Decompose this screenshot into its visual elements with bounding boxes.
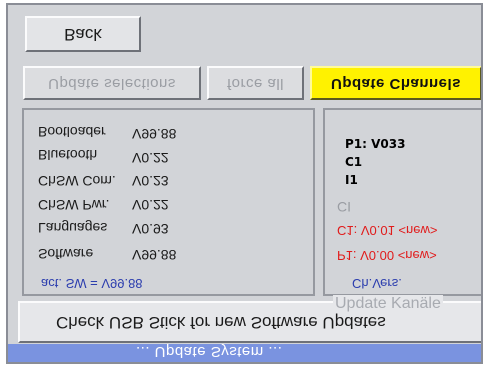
- force-all-button[interactable]: force all: [207, 66, 304, 100]
- software-versions-panel: Bootloader V99.88 Bluetooth V0.22 ChSW C…: [22, 108, 315, 296]
- status-bar: ... Update System ...: [8, 344, 481, 362]
- c1-text: C1: [345, 155, 363, 169]
- software-label: Software: [38, 246, 94, 262]
- software-version: V99.88: [132, 247, 177, 263]
- bootloader-label: Bootloader: [38, 124, 106, 140]
- force-all-label: force all: [226, 75, 285, 92]
- act-sw-legend: act. SW = V99.88: [38, 276, 146, 291]
- update-dialog: Back Update selections force all Update …: [6, 3, 483, 364]
- chsw-pwr-label: ChSW Pwr.: [38, 197, 110, 213]
- ch-vers-legend: Ch.Vers.: [349, 276, 405, 291]
- i1-text: I1: [345, 173, 358, 187]
- languages-version: V0.93: [132, 221, 169, 237]
- update-channels-label: Update Channels: [330, 75, 462, 92]
- channel-versions-panel: P1: V033 C1 I1 CI C1: V0.01 <new> P1: V0…: [323, 108, 481, 296]
- chsw-pwr-version: V0.22: [132, 197, 169, 213]
- update-screen: Back Update selections force all Update …: [0, 0, 487, 367]
- update-channels-button[interactable]: Update Channels: [310, 66, 481, 100]
- check-usb-label: Check USB Stick for new Software Updates: [56, 313, 386, 332]
- back-button[interactable]: Back: [25, 16, 141, 52]
- p1-new-version: P1: V0.00 <new>: [337, 248, 437, 263]
- back-button-label: Back: [64, 25, 102, 44]
- chsw-com-label: ChSW Com.: [38, 173, 116, 189]
- p1-version-text: P1: V033: [345, 137, 406, 151]
- bluetooth-label: Bluetooth: [38, 147, 98, 163]
- languages-label: Languages: [38, 220, 108, 236]
- update-selections-button[interactable]: Update selections: [23, 66, 201, 100]
- chsw-com-version: V0.23: [132, 173, 169, 189]
- update-kanale-label: Update Kanäle: [333, 295, 443, 313]
- bootloader-version: V99.88: [132, 126, 177, 142]
- bluetooth-version: V0.22: [132, 150, 169, 166]
- c1-new-version: C1: V0.01 <new>: [337, 223, 438, 238]
- update-selections-label: Update selections: [48, 75, 176, 92]
- ci-label: CI: [337, 199, 351, 215]
- status-bar-text: ... Update System ...: [136, 344, 283, 360]
